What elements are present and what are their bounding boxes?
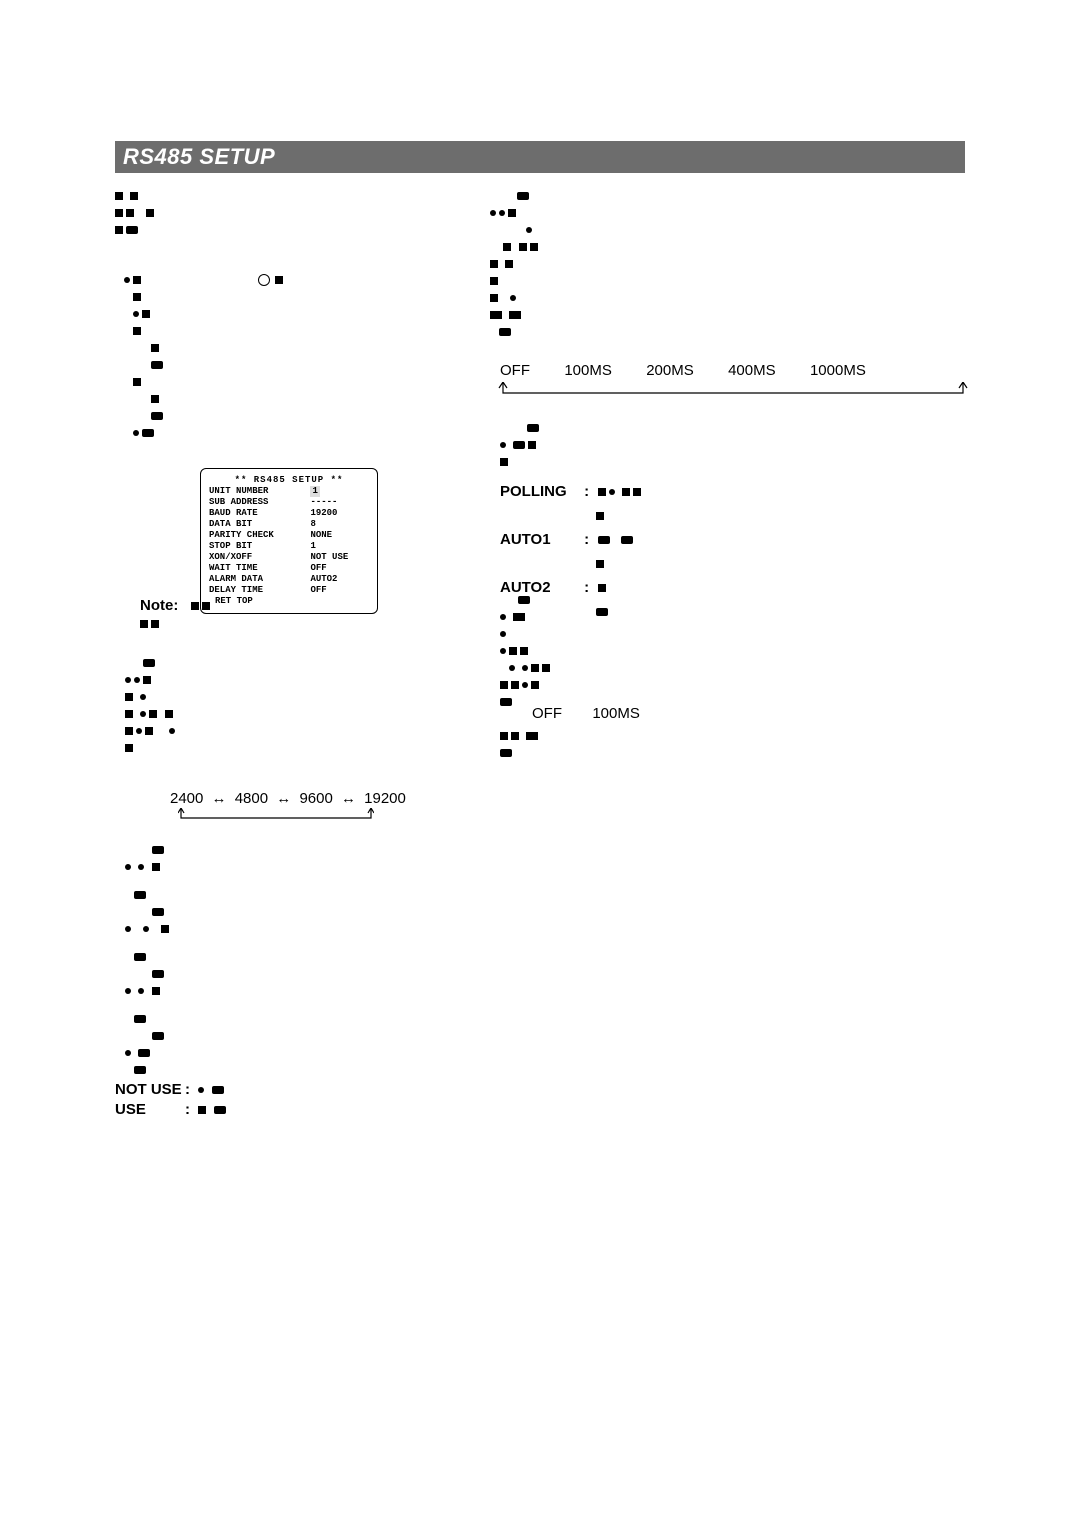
osd-row: PARITY CHECKNONE [209,530,369,541]
osd-row: DATA BIT8 [209,519,369,530]
wait-off: OFF [500,362,530,379]
osd-header: ** RS485 SETUP ** [209,475,369,486]
wrap-bracket-icon [498,382,968,398]
wait-100ms: 100MS [564,362,612,379]
xonxoff-notuse-label: NOT USE [115,1080,185,1100]
osd-row: DELAY TIMEOFF [209,585,369,596]
xonxoff-options: NOT USE: USE: [115,1080,229,1120]
delay-time-options: OFF 100MS [532,705,640,722]
baud-block [125,653,178,758]
lr-arrow-icon: ↔ [208,790,231,807]
baud-9600: 9600 [299,790,332,807]
delay-trail [500,726,541,763]
osd-row: SUB ADDRESS----- [209,497,369,508]
baud-4800: 4800 [235,790,268,807]
right-column [490,186,970,342]
delay-block [500,590,553,712]
delay-off: OFF [532,705,562,722]
note-label: Note: [140,597,213,634]
wait-1000ms: 1000MS [810,362,866,379]
osd-row: UNIT NUMBER1 [209,486,369,497]
wait-time-options: OFF 100MS 200MS 400MS 1000MS [500,362,866,379]
alarm-auto1-label: AUTO1 [500,526,580,554]
wait-200ms: 200MS [646,362,694,379]
wrap-bracket-icon [178,808,374,822]
osd-row: STOP BIT1 [209,541,369,552]
left-lower-block [125,840,172,1080]
baud-rate-options: 2400 ↔ 4800 ↔ 9600 ↔ 19200 [170,790,406,807]
osd-row: ALARM DATAAUTO2 [209,574,369,585]
lr-arrow-icon: ↔ [337,790,360,807]
lr-arrow-icon: ↔ [272,790,295,807]
osd-row: WAIT TIMEOFF [209,563,369,574]
osd-row: XON/XOFFNOT USE [209,552,369,563]
wait-400ms: 400MS [728,362,776,379]
left-column [115,186,495,443]
baud-2400: 2400 [170,790,203,807]
alarm-block [500,418,542,472]
alarm-polling-label: POLLING [500,478,580,506]
osd-footer: RET TOP [209,596,369,607]
delay-100ms: 100MS [592,705,640,722]
baud-19200: 19200 [364,790,406,807]
osd-row: BAUD RATE19200 [209,508,369,519]
section-title: RS485 SETUP [115,141,965,173]
osd-screen: ** RS485 SETUP ** UNIT NUMBER1SUB ADDRES… [200,468,378,614]
xonxoff-use-label: USE [115,1100,185,1120]
osd-table: UNIT NUMBER1SUB ADDRESS-----BAUD RATE192… [209,486,369,596]
page: RS485 SETUP ** RS485 SETUP ** UNI [0,0,1080,1528]
